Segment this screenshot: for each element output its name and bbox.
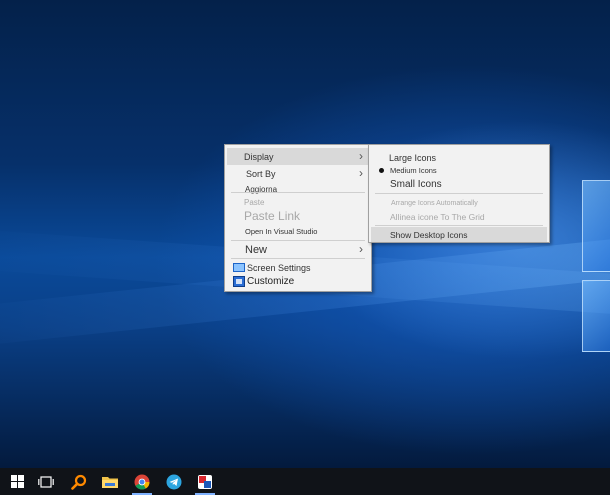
- task-view-icon: [38, 475, 54, 488]
- app-icon: [198, 474, 212, 489]
- telegram-button[interactable]: [159, 468, 189, 495]
- chrome-icon: [134, 474, 150, 490]
- submenu-item-small-icons[interactable]: Small Icons: [371, 176, 547, 193]
- search-icon: [71, 474, 87, 490]
- menu-separator: [231, 192, 365, 193]
- monitor-icon: [233, 263, 245, 272]
- submenu-item-align-icons-to-grid[interactable]: Allinea icone To The Grid: [371, 208, 547, 225]
- chevron-right-icon: ›: [359, 242, 363, 256]
- search-button[interactable]: [64, 468, 94, 495]
- menu-item-customize[interactable]: Customize: [227, 273, 369, 290]
- display-submenu: Large Icons Medium Icons Small Icons Arr…: [368, 144, 550, 243]
- menu-separator: [375, 225, 543, 226]
- menu-item-new[interactable]: New ›: [227, 241, 369, 258]
- windows-start-icon: [10, 475, 24, 488]
- file-explorer-icon: [102, 476, 118, 488]
- chevron-right-icon: ›: [359, 149, 363, 163]
- menu-item-sort-by[interactable]: Sort By ›: [227, 165, 369, 182]
- wallpaper-windows-logo: [582, 180, 610, 272]
- task-view-button[interactable]: [31, 468, 61, 495]
- customize-icon: [233, 276, 245, 287]
- telegram-icon: [166, 474, 182, 489]
- chevron-right-icon: ›: [359, 166, 363, 180]
- submenu-item-show-desktop-icons[interactable]: Show Desktop Icons: [371, 227, 547, 242]
- menu-item-open-in-visual-studio[interactable]: Open In Visual Studio: [227, 223, 369, 240]
- file-explorer-button[interactable]: [95, 468, 125, 495]
- menu-separator: [375, 193, 543, 194]
- app-button[interactable]: [190, 468, 220, 495]
- taskbar: [0, 468, 610, 495]
- desktop-context-menu: Display › Sort By › Aggiorna Paste Paste…: [224, 144, 372, 292]
- selected-bullet-icon: [379, 168, 384, 173]
- start-button[interactable]: [2, 468, 32, 495]
- wallpaper-windows-logo: [582, 280, 610, 352]
- menu-item-paste-link[interactable]: Paste Link: [227, 207, 369, 224]
- chrome-button[interactable]: [127, 468, 157, 495]
- menu-item-display[interactable]: Display ›: [227, 148, 369, 165]
